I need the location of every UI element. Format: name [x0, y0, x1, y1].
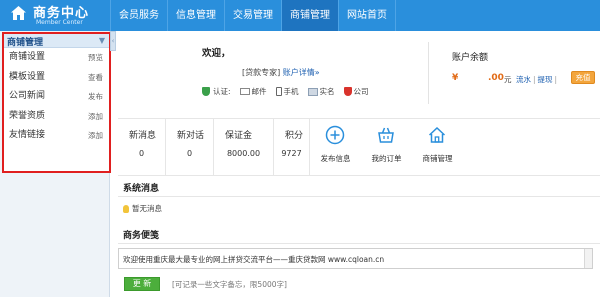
- nav-info-management[interactable]: 信息管理: [167, 0, 224, 31]
- divider: [118, 175, 600, 176]
- stat-new-messages[interactable]: 新消息 0: [118, 119, 166, 175]
- sidebar-item-label: 友情链接: [9, 130, 46, 140]
- id-card-icon: [307, 87, 318, 96]
- account-links: 流水 | 提现 |: [516, 74, 559, 85]
- basket-icon: [378, 127, 394, 143]
- transactions-link[interactable]: 流水: [516, 75, 531, 84]
- page-root: 商务中心 Member Center 会员服务 信息管理 交易管理 商铺管理 网…: [0, 0, 600, 297]
- sidebar-item-action[interactable]: 发布: [88, 87, 103, 107]
- link-separator: |: [554, 75, 558, 84]
- divider: [118, 243, 600, 244]
- stat-label: 保证金: [225, 131, 253, 141]
- sidebar-item-shop-settings[interactable]: 商铺设置 预览: [4, 48, 109, 68]
- plus-circle-icon: [325, 125, 345, 145]
- sidebar-heading-label: 商铺管理: [7, 38, 44, 48]
- sidebar-item-template-settings[interactable]: 模板设置 查看: [4, 68, 109, 88]
- stat-value: 0: [138, 149, 145, 158]
- sidebar-item-friend-links[interactable]: 友情链接 添加: [4, 126, 109, 146]
- shield-icon: [202, 87, 210, 96]
- verify-company-label: 公司: [353, 87, 369, 96]
- quick-action-label: 我的订单: [371, 154, 402, 163]
- stat-value: 8000.00: [226, 149, 261, 158]
- quick-action-label: 商铺管理: [422, 154, 453, 163]
- memo-content: 欢迎使用重庆最大最专业的网上拼贷交流平台——重庆贷款网 www.cqloan.c…: [123, 255, 385, 264]
- stats-row: 新消息 0 新对话 0 保证金 8000.00 积分 9727 发布信息 我的订…: [118, 119, 600, 175]
- sidebar-heading[interactable]: 商铺管理 ▼: [4, 34, 109, 48]
- stat-points[interactable]: 积分 9727: [274, 119, 310, 175]
- sidebar-item-label: 商铺设置: [9, 52, 46, 62]
- system-messages-title: 系统消息: [123, 184, 160, 194]
- account-balance-title: 账户余额: [452, 53, 489, 63]
- nav-member-services[interactable]: 会员服务: [110, 0, 167, 31]
- sidebar-item-label: 公司新闻: [9, 91, 46, 101]
- verify-label: 认证:: [213, 87, 231, 96]
- company-badge-icon: [343, 87, 352, 96]
- memo-scrollbar[interactable]: [584, 249, 592, 268]
- shop-management-button[interactable]: 商铺管理: [412, 119, 463, 175]
- nav-site-home[interactable]: 网站首页: [338, 0, 396, 31]
- brand: 商务中心 Member Center: [0, 0, 110, 31]
- link-separator: |: [533, 75, 536, 84]
- home-icon: [11, 6, 26, 20]
- memo-title: 商务便笺: [123, 231, 160, 241]
- welcome-panel: 欢迎， [贷款专家] 账户详情» 认证: 邮件 手机 实名 公司: [118, 33, 428, 119]
- sidebar-item-honors[interactable]: 荣誉资质 添加: [4, 107, 109, 127]
- member-role: [贷款专家]: [242, 68, 281, 77]
- verify-email-label: 邮件: [251, 87, 267, 96]
- quick-action-label: 发布信息: [320, 154, 351, 163]
- main-nav: 会员服务 信息管理 交易管理 商铺管理 网站首页: [110, 0, 396, 31]
- sidebar-collapse-handle[interactable]: ‹: [110, 31, 116, 51]
- sidebar-item-action[interactable]: 查看: [88, 68, 103, 88]
- stat-new-conversations[interactable]: 新对话 0: [166, 119, 214, 175]
- update-memo-button[interactable]: 更 新: [124, 277, 160, 291]
- currency-symbol: ¥: [452, 73, 459, 83]
- nav-shop-management[interactable]: 商铺管理: [281, 0, 338, 31]
- divider: [118, 196, 600, 197]
- stat-label: 积分: [285, 131, 304, 141]
- verify-email[interactable]: 邮件: [239, 86, 267, 97]
- sidebar: 商铺管理 ▼ 商铺设置 预览 模板设置 查看 公司新闻 发布 荣誉资质 添加 友…: [0, 31, 111, 297]
- balance-amount: .00: [488, 73, 504, 83]
- my-orders-button[interactable]: 我的订单: [361, 119, 412, 175]
- memo-hint: [可记录一些文字备忘，限5000字]: [172, 280, 287, 289]
- withdraw-link[interactable]: 提现: [538, 75, 553, 84]
- system-messages-empty: 暂无消息: [123, 203, 162, 214]
- system-messages-empty-text: 暂无消息: [132, 204, 162, 213]
- sidebar-item-label: 模板设置: [9, 71, 46, 82]
- chevron-down-icon: ▼: [98, 36, 105, 45]
- verify-realname[interactable]: 实名: [307, 86, 335, 97]
- sidebar-item-action[interactable]: 添加: [88, 126, 103, 146]
- verification-row: 认证: 邮件 手机 实名 公司: [202, 86, 375, 97]
- lightbulb-icon: [123, 204, 129, 213]
- sidebar-item-company-news[interactable]: 公司新闻 发布: [4, 87, 109, 107]
- sidebar-item-action[interactable]: 添加: [88, 107, 103, 127]
- house-icon: [428, 126, 446, 143]
- stat-label: 新对话: [177, 131, 205, 141]
- top-bar: 商务中心 Member Center 会员服务 信息管理 交易管理 商铺管理 网…: [0, 0, 600, 31]
- memo-textarea[interactable]: 欢迎使用重庆最大最专业的网上拼贷交流平台——重庆贷款网 www.cqloan.c…: [118, 248, 593, 269]
- app-subtitle: Member Center: [36, 19, 83, 26]
- account-balance-panel: 账户余额 ¥ .00 元 流水 | 提现 | 充值: [438, 33, 598, 119]
- nav-trade-management[interactable]: 交易管理: [224, 0, 281, 31]
- divider: [428, 42, 429, 104]
- stat-deposit[interactable]: 保证金 8000.00: [214, 119, 274, 175]
- stat-label: 新消息: [129, 131, 157, 141]
- verify-realname-label: 实名: [319, 87, 335, 96]
- sidebar-menu-highlight: 商铺管理 ▼ 商铺设置 预览 模板设置 查看 公司新闻 发布 荣誉资质 添加 友…: [2, 32, 111, 173]
- stat-value: 9727: [281, 149, 302, 158]
- balance-unit: 元: [504, 75, 512, 84]
- stat-value: 0: [186, 149, 193, 158]
- welcome-role-line: [贷款专家] 账户详情»: [242, 67, 320, 78]
- account-details-link[interactable]: 账户详情»: [283, 68, 320, 77]
- publish-info-button[interactable]: 发布信息: [310, 119, 361, 175]
- sidebar-item-label: 荣誉资质: [9, 110, 46, 121]
- mail-icon: [239, 88, 250, 95]
- sidebar-item-action[interactable]: 预览: [88, 48, 103, 68]
- verify-company[interactable]: 公司: [343, 86, 369, 97]
- recharge-button[interactable]: 充值: [571, 71, 595, 84]
- welcome-greeting: 欢迎，: [202, 48, 231, 59]
- phone-icon: [275, 87, 282, 96]
- verify-phone-label: 手机: [283, 87, 299, 96]
- verify-phone[interactable]: 手机: [275, 86, 299, 97]
